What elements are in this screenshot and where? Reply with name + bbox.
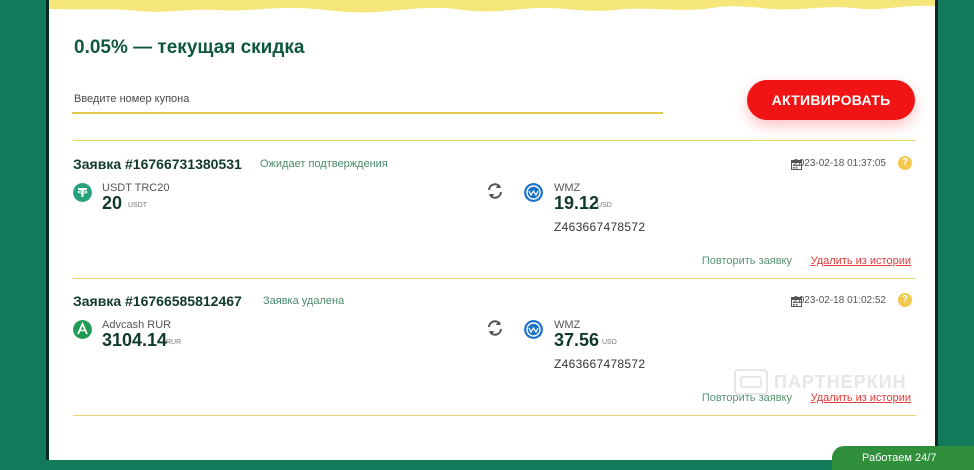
divider [73, 140, 916, 141]
to-amount: 37.56 [554, 330, 600, 350]
watermark-logo-icon [734, 369, 768, 395]
divider [73, 278, 916, 279]
to-currency-code: USD [602, 339, 617, 346]
order-id: Заявка #16766731380531 [73, 156, 242, 172]
order-status: Ожидает подтверждения [260, 158, 388, 170]
swap-icon [488, 183, 502, 199]
coupon-input[interactable] [72, 86, 663, 114]
help-icon[interactable]: ? [898, 156, 912, 170]
tether-icon [73, 183, 92, 202]
swap-icon [488, 320, 502, 336]
torn-paper-edge [49, 0, 935, 13]
from-amount: 20 [102, 193, 123, 213]
advcash-icon [73, 320, 92, 339]
order-datetime: 2023-02-18 01:02:52 [793, 295, 886, 306]
divider [73, 415, 916, 416]
support-tab[interactable]: Работаем 24/7 [832, 446, 974, 470]
delete-order-link[interactable]: Удалить из истории [811, 255, 911, 267]
exchange-history-panel: 0.05% — текущая скидка АКТИВИРОВАТЬ Заяв… [46, 0, 938, 460]
wallet-number: Z463667478572 [554, 357, 646, 371]
webmoney-icon [524, 183, 543, 202]
activate-button[interactable]: АКТИВИРОВАТЬ [747, 80, 915, 120]
from-currency-code: RUR [166, 339, 182, 346]
watermark-text: ПАРТНЕРКИН [774, 371, 907, 392]
order-card: Заявка #16766585812467 Заявка удалена 20… [49, 293, 935, 431]
page: { "discount": { "text": "0.05% — текущая… [0, 0, 974, 470]
current-discount: 0.05% — текущая скидка [74, 37, 305, 58]
order-status: Заявка удалена [263, 295, 345, 307]
order-card: Заявка #16766731380531 Ожидает подтвержд… [49, 156, 935, 294]
to-amount: 19.12 [554, 193, 600, 213]
repeat-order-link[interactable]: Повторить заявку [702, 255, 792, 267]
order-datetime: 2023-02-18 01:37:05 [793, 158, 886, 169]
webmoney-icon [524, 320, 543, 339]
from-currency-code: USDT [128, 202, 148, 209]
order-id: Заявка #16766585812467 [73, 293, 242, 309]
from-amount: 3104.14 [102, 330, 168, 350]
wallet-number: Z463667478572 [554, 220, 646, 234]
to-currency-code: USD [597, 202, 612, 209]
help-icon[interactable]: ? [898, 293, 912, 307]
watermark: ПАРТНЕРКИН [734, 368, 924, 396]
